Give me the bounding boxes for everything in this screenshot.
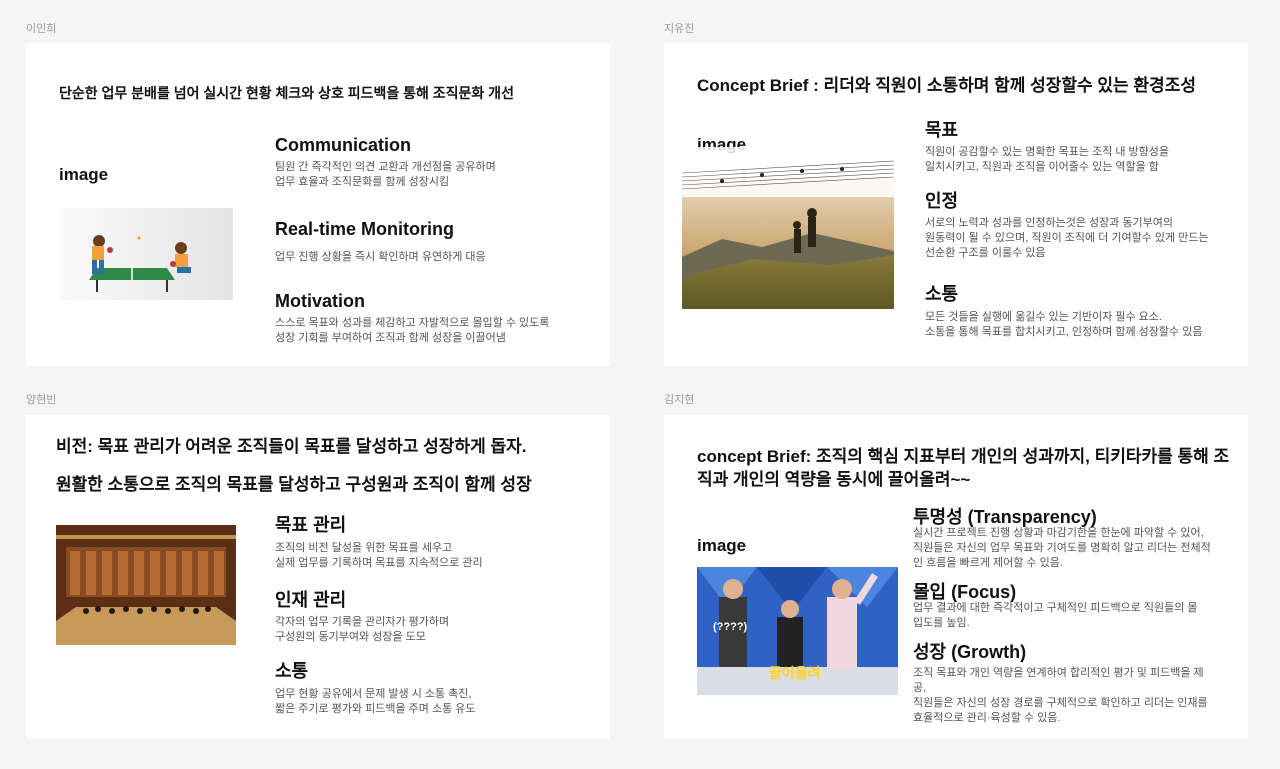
section-title: 몰입 (Focus) [913, 582, 1017, 602]
section-body: 업무 현황 공유에서 문제 발생 시 소통 촉진, 짧은 주기로 평가와 피드백… [275, 688, 476, 715]
section-title: 소통 [275, 661, 309, 681]
caption-text: (????) [713, 621, 748, 633]
caption-text: 끌어올려 [769, 665, 821, 681]
author-label: 지유진 [664, 23, 695, 35]
card-headline: 비전: 목표 관리가 어려운 조직들이 목표를 달성하고 성장하게 돕자. [56, 437, 527, 456]
section-body: 서로의 노력과 성과를 인정하는것은 성장과 동기부여의 원동력이 될 수 있으… [925, 217, 1209, 259]
author-label: 이민희 [26, 23, 57, 35]
section-title: 인재 관리 [275, 590, 347, 610]
brief-card[interactable]: 단순한 업무 분배를 넘어 실시간 현황 체크와 상호 피드백을 통해 조직문화… [26, 43, 610, 366]
section-body: 각자의 업무 기록을 관리자가 평가하며 구성원의 동기부여와 성장을 도모 [275, 616, 450, 643]
table-tennis-illustration [59, 208, 233, 300]
section-title: Motivation [275, 291, 365, 311]
brief-card[interactable]: concept Brief: 조직의 핵심 지표부터 개인의 성과까지, 티키타… [664, 415, 1248, 738]
section-title: Communication [275, 135, 412, 155]
section-body: 실시간 프로젝트 진행 상황과 마감기한을 한눈에 파악할 수 있어, 직원들은… [913, 527, 1211, 569]
section-body: 팀원 간 즉각적인 의견 교환과 개선점을 공유하며 업무 효율과 조직문화를 … [275, 161, 496, 188]
tv-show-screenshot: (????) 끌어올려 [697, 567, 898, 695]
section-body: 업무 결과에 대한 즉각적이고 구체적인 피드백으로 직원들의 몰 입도를 높임… [913, 602, 1198, 629]
card-headline: 단순한 업무 분배를 넘어 실시간 현황 체크와 상호 피드백을 통해 조직문화… [59, 85, 514, 101]
image-label: image [59, 165, 109, 184]
section-title: Real-time Monitoring [275, 219, 454, 239]
card-headline: concept Brief: 조직의 핵심 지표부터 개인의 성과까지, 티키타… [697, 447, 1230, 489]
section-body: 조직 목표와 개인 역량을 연계하여 합리적인 평가 및 피드백을 제 공, 직… [913, 667, 1208, 724]
section-title: 목표 [925, 120, 959, 140]
section-body: 업무 진행 상황을 즉시 확인하며 유연하게 대응 [275, 251, 486, 263]
hikers-sunset-photo [682, 147, 894, 309]
section-title: 소통 [925, 284, 959, 304]
image-label: image [697, 536, 747, 555]
author-label: 양현빈 [26, 394, 57, 406]
section-body: 스스로 목표와 성과를 체감하고 자발적으로 몰입할 수 있도록 성장 기회를 … [275, 317, 550, 344]
brief-card[interactable]: 비전: 목표 관리가 어려운 조직들이 목표를 달성하고 성장하게 돕자. 원활… [26, 415, 610, 738]
section-body: 모든 것들을 실행에 옮길수 있는 기반이자 필수 요소. 소통을 통해 목표를… [925, 311, 1203, 338]
section-title: 투명성 (Transparency) [913, 507, 1097, 527]
section-title: 인정 [925, 191, 959, 211]
section-title: 목표 관리 [275, 515, 347, 535]
orchestra-concert-photo [56, 525, 236, 645]
section-body: 직원이 공감할수 있는 명확한 목표는 조직 내 방향성을 일치시키고, 직원과… [925, 146, 1170, 173]
brief-card[interactable]: Concept Brief : 리더와 직원이 소통하며 함께 성장할수 있는 … [664, 43, 1248, 366]
section-title: 성장 (Growth) [913, 642, 1027, 662]
section-body: 조직의 비전 달성을 위한 목표를 세우고 실제 업무를 기록하며 목표를 지속… [275, 542, 483, 569]
card-headline: Concept Brief : 리더와 직원이 소통하며 함께 성장할수 있는 … [697, 76, 1196, 95]
author-label: 김지현 [664, 394, 695, 406]
card-headline-secondary: 원활한 소통으로 조직의 목표를 달성하고 구성원과 조직이 함께 성장 [56, 475, 532, 494]
